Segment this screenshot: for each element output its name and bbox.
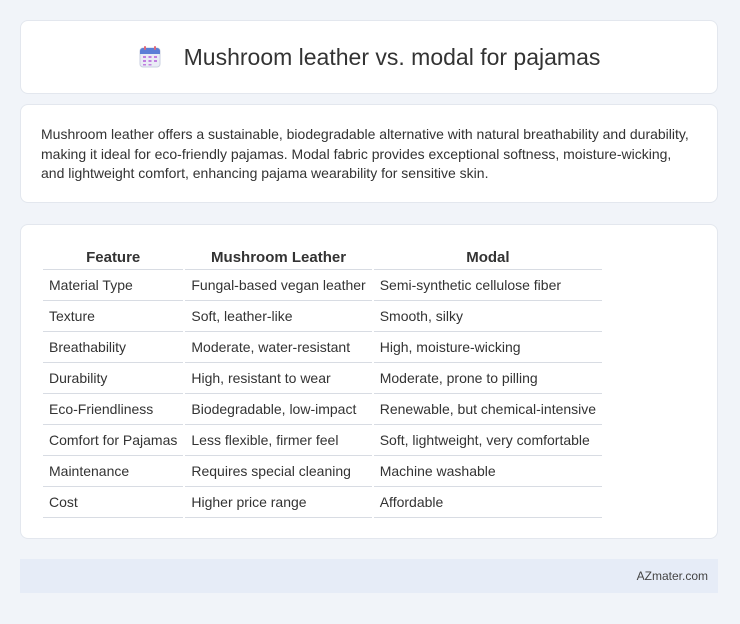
footer: AZmater.com: [20, 559, 718, 593]
cell-feature: Cost: [43, 487, 184, 518]
cell-mushroom: Requires special cleaning: [185, 456, 372, 487]
cell-modal: Machine washable: [373, 456, 603, 487]
header-mushroom-leather: Mushroom Leather: [185, 247, 372, 270]
cell-feature: Breathability: [43, 332, 184, 363]
calendar-icon: [138, 45, 162, 69]
table-row: Cost Higher price range Affordable: [43, 487, 603, 518]
comparison-card: Feature Mushroom Leather Modal Material …: [20, 224, 718, 539]
table-row: Maintenance Requires special cleaning Ma…: [43, 456, 603, 487]
cell-feature: Eco-Friendliness: [43, 394, 184, 425]
table-header-row: Feature Mushroom Leather Modal: [43, 247, 603, 270]
page-title: Mushroom leather vs. modal for pajamas: [183, 43, 601, 70]
cell-feature: Maintenance: [43, 456, 184, 487]
cell-mushroom: High, resistant to wear: [185, 363, 372, 394]
table-row: Durability High, resistant to wear Moder…: [43, 363, 603, 394]
cell-feature: Texture: [43, 301, 184, 332]
table-row: Comfort for Pajamas Less flexible, firme…: [43, 425, 603, 456]
cell-mushroom: Moderate, water-resistant: [185, 332, 372, 363]
table-row: Breathability Moderate, water-resistant …: [43, 332, 603, 363]
cell-mushroom: Higher price range: [185, 487, 372, 518]
cell-modal: Smooth, silky: [373, 301, 603, 332]
cell-mushroom: Fungal-based vegan leather: [185, 270, 372, 301]
header-feature: Feature: [43, 247, 184, 270]
cell-modal: Semi-synthetic cellulose fiber: [373, 270, 603, 301]
intro-card: Mushroom leather offers a sustainable, b…: [20, 104, 718, 203]
cell-feature: Comfort for Pajamas: [43, 425, 184, 456]
cell-feature: Material Type: [43, 270, 184, 301]
table-row: Eco-Friendliness Biodegradable, low-impa…: [43, 394, 603, 425]
cell-modal: Affordable: [373, 487, 603, 518]
cell-mushroom: Soft, leather-like: [185, 301, 372, 332]
cell-modal: Renewable, but chemical-intensive: [373, 394, 603, 425]
cell-feature: Durability: [43, 363, 184, 394]
intro-text: Mushroom leather offers a sustainable, b…: [41, 126, 689, 181]
header-modal: Modal: [373, 247, 603, 270]
cell-modal: High, moisture-wicking: [373, 332, 603, 363]
table-row: Texture Soft, leather-like Smooth, silky: [43, 301, 603, 332]
cell-modal: Soft, lightweight, very comfortable: [373, 425, 603, 456]
cell-modal: Moderate, prone to pilling: [373, 363, 603, 394]
title-card: Mushroom leather vs. modal for pajamas: [20, 20, 718, 94]
comparison-table: Feature Mushroom Leather Modal Material …: [41, 247, 604, 518]
cell-mushroom: Biodegradable, low-impact: [185, 394, 372, 425]
cell-mushroom: Less flexible, firmer feel: [185, 425, 372, 456]
table-row: Material Type Fungal-based vegan leather…: [43, 270, 603, 301]
footer-brand[interactable]: AZmater.com: [637, 569, 708, 583]
